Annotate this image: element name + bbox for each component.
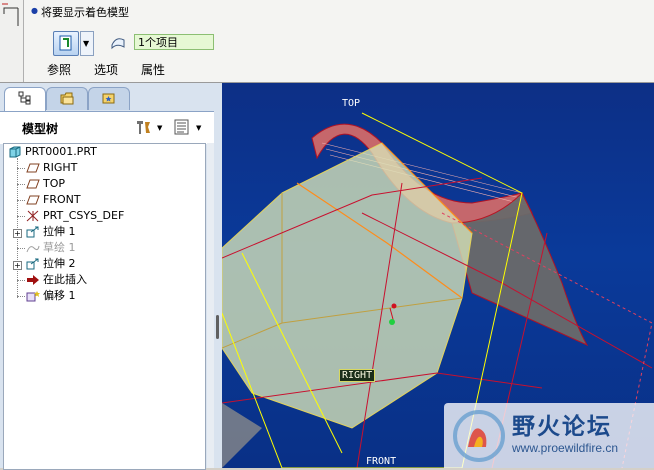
tab-model-tree[interactable] bbox=[4, 87, 46, 111]
model-tree-icon bbox=[18, 91, 31, 105]
tree-connector bbox=[17, 168, 25, 169]
sash-grip[interactable] bbox=[216, 315, 219, 339]
sketch-icon bbox=[26, 245, 40, 253]
tree-connector bbox=[17, 158, 18, 298]
tab-references[interactable]: 参照 bbox=[47, 61, 71, 78]
tree-connector bbox=[17, 296, 25, 297]
offset-type-dropdown[interactable]: ▼ bbox=[80, 31, 94, 56]
coordinate-system-icon bbox=[26, 210, 39, 222]
datum-label-right: RIGHT bbox=[339, 369, 376, 382]
tree-connector bbox=[17, 280, 25, 281]
tab-properties[interactable]: 属性 bbox=[141, 61, 165, 78]
tree-connector bbox=[17, 248, 25, 249]
extrude-icon bbox=[26, 226, 39, 238]
reference-collector[interactable]: 1个项目 bbox=[134, 34, 214, 50]
show-list-icon[interactable] bbox=[172, 118, 192, 136]
datum-plane-icon bbox=[26, 179, 40, 189]
datum-label-top: TOP bbox=[342, 98, 361, 109]
offset-icon bbox=[26, 291, 40, 302]
tree-connector bbox=[17, 184, 25, 185]
chevron-down-icon[interactable]: ▼ bbox=[157, 124, 162, 132]
offset-feature-icon bbox=[2, 3, 19, 26]
prompt-message: 将要显示着色模型 bbox=[41, 6, 129, 19]
dashboard-feature-icon-area bbox=[0, 0, 24, 82]
prompt-bullet-icon: ● bbox=[31, 6, 38, 15]
expand-toggle[interactable]: + bbox=[13, 261, 22, 270]
expand-toggle[interactable]: + bbox=[13, 229, 22, 238]
model-tree: PRT0001.PRT RIGHT TOP FRONT PRT_CSYS_DEF… bbox=[3, 143, 206, 470]
forum-logo-icon bbox=[453, 410, 505, 462]
csys-origin bbox=[391, 303, 397, 309]
watermark-title: 野火论坛 bbox=[512, 414, 612, 440]
tree-scrollbar[interactable] bbox=[207, 143, 214, 468]
tree-connector bbox=[17, 200, 25, 201]
shaded-region bbox=[222, 403, 262, 468]
extrude-icon bbox=[26, 258, 39, 270]
surface-reference-icon bbox=[111, 38, 125, 50]
datum-label-front: FRONT bbox=[366, 456, 397, 467]
datum-plane-icon bbox=[26, 163, 40, 173]
tab-options[interactable]: 选项 bbox=[94, 61, 118, 78]
watermark-url: www.proewildfire.cn bbox=[512, 441, 619, 455]
insert-here-icon bbox=[27, 275, 39, 285]
tree-connector bbox=[17, 216, 25, 217]
tab-folder-browser[interactable] bbox=[46, 87, 88, 110]
navigator-tabs bbox=[0, 83, 222, 111]
part-icon bbox=[9, 146, 21, 158]
panel-sash[interactable] bbox=[214, 83, 222, 468]
tab-favorites[interactable] bbox=[88, 87, 130, 110]
chevron-down-icon[interactable]: ▼ bbox=[196, 124, 201, 132]
folder-icon bbox=[60, 92, 74, 105]
chevron-down-icon: ▼ bbox=[83, 39, 90, 48]
offset-type-icon bbox=[59, 35, 72, 51]
favorites-folder-icon bbox=[102, 93, 115, 104]
navigator-panel: 模型树 ▼ ▼ PRT0001.PRT RIGHT TOP FRONT PRT_… bbox=[0, 83, 223, 470]
offset-type-button[interactable] bbox=[53, 31, 79, 56]
drag-handle-icon[interactable] bbox=[389, 319, 395, 325]
tree-settings-icon[interactable] bbox=[134, 118, 154, 136]
datum-plane-icon bbox=[26, 195, 40, 205]
watermark: 野火论坛 www.proewildfire.cn bbox=[444, 403, 654, 468]
model-tree-title: 模型树 bbox=[22, 122, 59, 136]
feature-dashboard: ● 将要显示着色模型 ▼ 1个项目 参照 选项 属性 bbox=[0, 0, 654, 83]
model-tree-header: 模型树 ▼ ▼ bbox=[0, 111, 216, 144]
